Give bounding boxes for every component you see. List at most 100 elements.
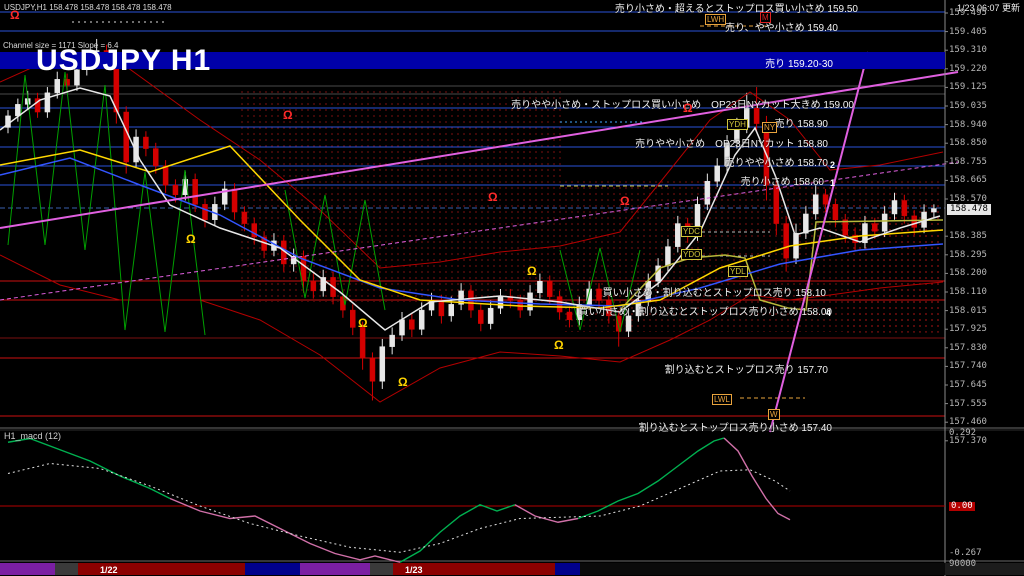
macd-line-down <box>515 505 578 523</box>
candle-body <box>931 209 936 212</box>
candle-body <box>715 166 720 181</box>
candle-body <box>153 149 158 166</box>
candle-body <box>675 224 680 247</box>
candle-body <box>567 312 572 320</box>
price-axis-label: 158.940 <box>949 121 987 130</box>
candle-body <box>892 200 897 213</box>
macd-signal-line <box>8 464 790 553</box>
level-annotation-label: 売りやや小さめ 158.70 <box>725 154 828 169</box>
buy-signal-icon: Ω <box>186 232 196 246</box>
timeline-date-label: 1/23 <box>405 565 423 575</box>
current-price-badge: 158.478 <box>947 204 991 215</box>
price-axis-label: 157.830 <box>949 344 987 353</box>
macd-line-up <box>8 439 170 499</box>
level-annotation-label: 買い小さめ・割り込むとストップロス売り 158.10 <box>603 284 826 299</box>
level-annotation-label: 売り小さめ 158.60 <box>741 173 824 188</box>
buy-signal-icon: Ω <box>527 264 537 278</box>
candle-body <box>360 327 365 358</box>
price-axis-label: 158.755 <box>949 158 987 167</box>
candle-body <box>380 347 385 382</box>
level-annotation-label: 売り小さめ・超えるとストップロス買い小さめ 159.50 <box>615 0 858 15</box>
sell-signal-icon: Ω <box>10 8 20 22</box>
candle-body <box>528 293 533 310</box>
sell-signal-icon: Ω <box>488 190 498 204</box>
price-axis-label: 159.220 <box>949 65 987 74</box>
price-axis-label: 157.740 <box>949 362 987 371</box>
indicator-tag-m: M <box>760 12 771 23</box>
candle-body <box>774 185 779 223</box>
candle-body <box>370 358 375 381</box>
macd-axis-label: 90000 <box>949 560 976 569</box>
candle-body <box>65 79 70 85</box>
candle-body <box>232 189 237 212</box>
candle-body <box>449 304 454 316</box>
candle-body <box>882 214 887 231</box>
candle-body <box>912 216 917 228</box>
timeline-session-segment <box>555 563 580 575</box>
price-axis-label: 157.460 <box>949 418 987 427</box>
candle-body <box>193 179 198 204</box>
candle-body <box>823 195 828 205</box>
wave-count-marker: 1 <box>830 178 835 188</box>
timeline-session-segment <box>0 563 55 575</box>
candle-body <box>488 308 493 323</box>
sell-signal-icon: Ω <box>620 194 630 208</box>
candle-body <box>419 310 424 329</box>
candle-body <box>390 335 395 347</box>
candle-body <box>409 320 414 330</box>
candle-body <box>203 204 208 219</box>
level-annotation-label: 割り込むとストップロス売り小さめ 157.40 <box>639 419 832 434</box>
macd-indicator-label: H1_macd (12) <box>4 431 61 442</box>
candle-body <box>597 289 602 301</box>
macd-axis-label: -0.267 <box>949 549 982 558</box>
macd-line-down <box>724 438 790 520</box>
indicator-tag-ydo: YDO <box>681 249 702 260</box>
candle-body <box>439 300 444 315</box>
wave-count-marker: 2 <box>830 160 835 170</box>
trading-chart-window: USDJPY,H1 158.478 158.478 158.478 158.47… <box>0 0 1024 576</box>
candle-body <box>537 281 542 293</box>
sell-signal-icon: Ω <box>283 108 293 122</box>
indicator-tag-ny: NY <box>762 122 777 133</box>
candle-body <box>872 224 877 232</box>
candle-body <box>15 104 20 116</box>
timeline-session-segment <box>580 563 945 575</box>
buy-signal-icon: Ω <box>358 316 368 330</box>
timeline-session-segment <box>370 563 393 575</box>
indicator-tag-ydl: YDL <box>728 266 748 277</box>
price-axis-label: 158.665 <box>949 176 987 185</box>
candle-body <box>124 112 129 162</box>
price-axis-label: 159.125 <box>949 83 987 92</box>
candle-body <box>784 224 789 259</box>
level-annotation-label: 売り 158.90 <box>775 115 828 130</box>
indicator-tag-lwl: LWL <box>712 394 732 405</box>
candle-body <box>350 310 355 327</box>
price-axis-label: 158.295 <box>949 251 987 260</box>
chart-canvas[interactable] <box>0 0 1024 576</box>
price-axis-label: 159.405 <box>949 28 987 37</box>
candle-body <box>311 281 316 291</box>
buy-signal-icon: Ω <box>554 338 564 352</box>
candle-body <box>478 310 483 323</box>
candle-body <box>626 316 631 331</box>
level-annotation-label: 売り、やや小さめ 159.40 <box>725 19 838 34</box>
timeline-session-segment <box>55 563 78 575</box>
level-annotation-label: 買い小さめ・割り込むとストップロス売り小さめ 158.00 <box>579 303 832 318</box>
timeline-session-segment <box>245 563 300 575</box>
symbol-ohlc-line: USDJPY,H1 158.478 158.478 158.478 158.47… <box>4 2 172 13</box>
price-axis-label: 158.200 <box>949 269 987 278</box>
price-axis-label: 157.370 <box>949 437 987 446</box>
banner-symbol-title: USDJPY H1 <box>36 44 211 78</box>
timeline-session-segment <box>300 563 370 575</box>
macd-axis-label: 0.292 <box>949 429 976 438</box>
price-axis-label: 157.555 <box>949 400 987 409</box>
candle-body <box>902 200 907 215</box>
indicator-tag-ydh: YDH <box>727 119 748 130</box>
macd-axis-label: 0.00 <box>949 502 975 511</box>
candle-body <box>813 195 818 214</box>
indicator-tag-ydc: YDC <box>681 226 702 237</box>
candle-body <box>173 185 178 195</box>
candle-body <box>705 181 710 204</box>
candle-body <box>143 137 148 149</box>
candle-body <box>665 247 670 266</box>
